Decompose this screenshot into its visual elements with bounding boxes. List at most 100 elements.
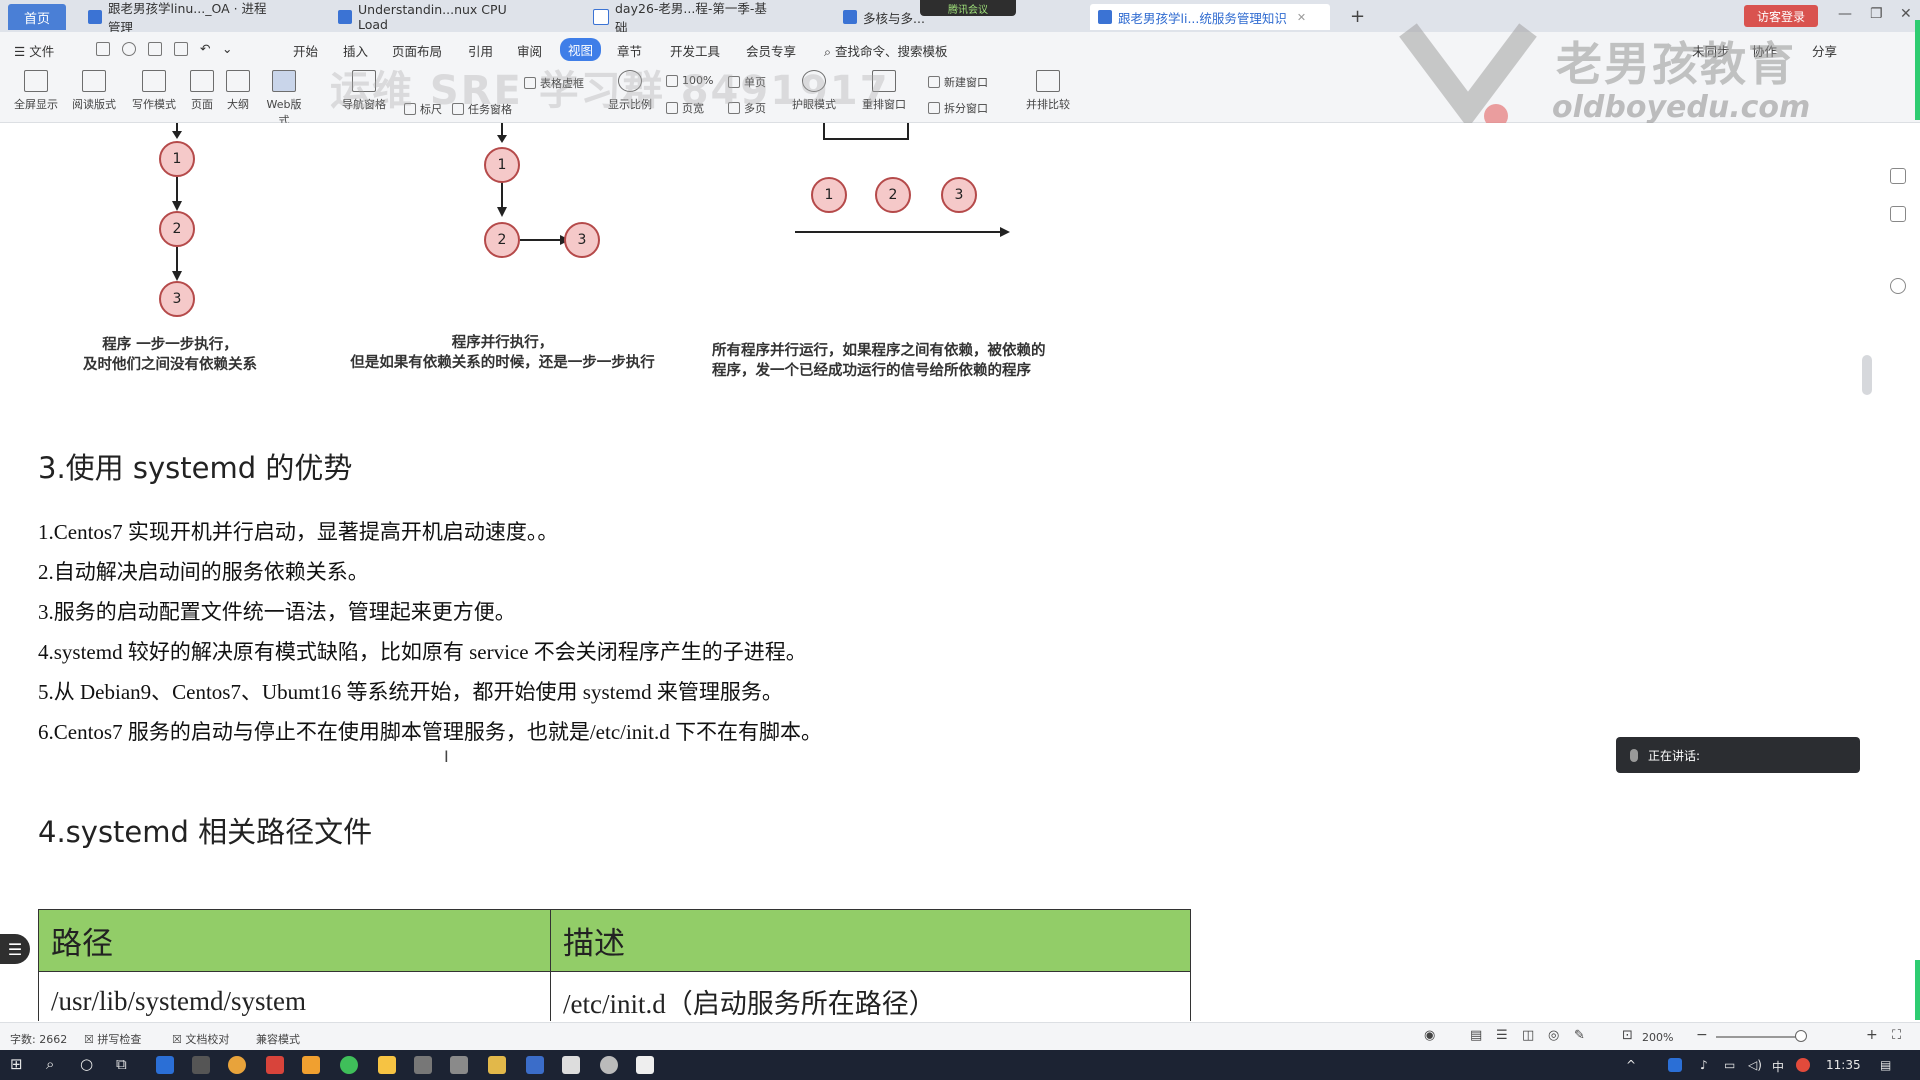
export-icon[interactable]	[122, 42, 136, 56]
outline-view-icon[interactable]: ☰	[1496, 1028, 1508, 1043]
close-icon[interactable]: ✕	[1297, 11, 1306, 24]
fullscreen-button[interactable]: 全屏显示	[14, 70, 58, 112]
ime-indicator[interactable]: 中	[1772, 1058, 1784, 1075]
vertical-scrollbar[interactable]	[1862, 355, 1872, 395]
book-icon	[82, 70, 106, 92]
tray-expand-icon[interactable]: ^	[1626, 1058, 1636, 1072]
app-icon[interactable]	[378, 1056, 396, 1074]
logo-v-mark	[1399, 23, 1537, 129]
file-menu[interactable]: ☰ 文件	[14, 41, 54, 60]
screen-share-border	[1915, 20, 1920, 120]
minimize-icon[interactable]: —	[1838, 6, 1852, 22]
login-button[interactable]: 访客登录	[1744, 5, 1818, 27]
doc-tab[interactable]: Understandin...nux CPU Load	[330, 2, 535, 32]
side-by-side-button[interactable]: 并排比较	[1026, 70, 1070, 112]
app-icon-chrome[interactable]	[228, 1056, 246, 1074]
list-item: 6.Centos7 服务的启动与停止不在使用脚本管理服务，也就是/etc/ini…	[38, 720, 822, 744]
reading-layout-button[interactable]: 阅读版式	[72, 70, 116, 112]
writer-doc-icon	[843, 10, 857, 24]
process-node: 3	[159, 281, 195, 317]
zoom-level[interactable]: 200%	[1642, 1031, 1673, 1044]
table-row: /usr/lib/systemd/system /etc/init.d（启动服务…	[38, 971, 1191, 1021]
doc-tab-active[interactable]: 跟老男孩学li...统服务管理知识 ✕	[1090, 4, 1330, 30]
app-icon[interactable]	[414, 1056, 432, 1074]
close-window-icon[interactable]: ✕	[1900, 6, 1912, 22]
cortana-icon[interactable]: ○	[80, 1055, 93, 1073]
new-window-button[interactable]: 新建窗口	[928, 74, 988, 90]
app-icon[interactable]	[192, 1056, 210, 1074]
add-tab-icon[interactable]: +	[1350, 6, 1365, 27]
app-icon-explorer[interactable]	[488, 1056, 506, 1074]
arrow-head	[172, 201, 182, 211]
windows-start-icon[interactable]: ⊞	[10, 1055, 23, 1073]
button-label: 全屏显示	[14, 98, 58, 111]
redo-icon[interactable]: ⌄	[222, 41, 232, 56]
save-icon[interactable]	[96, 42, 110, 56]
home-tab[interactable]: 首页	[8, 4, 66, 30]
outline-view-button[interactable]: 大纲	[216, 70, 260, 112]
select-icon[interactable]	[1890, 206, 1906, 222]
tray-icon[interactable]	[1668, 1058, 1682, 1072]
doc-tab[interactable]: day26-老男...程-第一季-基础	[585, 1, 785, 35]
web-view-icon[interactable]: ◎	[1548, 1028, 1559, 1043]
menu-home[interactable]: 开始	[293, 41, 318, 60]
split-window-button[interactable]: 拆分窗口	[928, 100, 988, 116]
fullscreen-icon	[24, 70, 48, 92]
zoom-in-icon[interactable]: +	[1866, 1027, 1878, 1043]
app-icon[interactable]	[526, 1056, 544, 1074]
fit-page-icon[interactable]: ⊡	[1622, 1028, 1633, 1043]
task-view-icon[interactable]: ⧉	[116, 1055, 127, 1073]
app-icon-wps[interactable]	[156, 1056, 174, 1074]
list-item: 5.从 Debian9、Centos7、Ubumt16 等系统开始，都开始使用 …	[38, 680, 783, 704]
word-count[interactable]: 字数: 2662	[10, 1031, 67, 1047]
app-icon[interactable]	[562, 1056, 580, 1074]
arrow-head	[1000, 227, 1010, 237]
app-icon[interactable]	[302, 1056, 320, 1074]
doc-check-toggle[interactable]: ☒ 文档校对	[172, 1031, 229, 1047]
edit-icon[interactable]	[1890, 168, 1906, 184]
eye-mode-icon[interactable]: ◉	[1424, 1028, 1435, 1043]
process-node: 2	[875, 177, 911, 213]
meeting-indicator[interactable]: 腾讯会议	[920, 0, 1016, 16]
preview-icon[interactable]	[174, 42, 188, 56]
app-icon[interactable]	[636, 1056, 654, 1074]
share-button[interactable]: 分享	[1812, 41, 1837, 60]
table-cell[interactable]: /usr/lib/systemd/system	[38, 971, 551, 1021]
clock[interactable]: 11:35	[1826, 1058, 1861, 1072]
page-view-icon[interactable]: ▤	[1470, 1028, 1482, 1043]
notification-icon[interactable]: ▤	[1880, 1058, 1891, 1072]
spell-check-toggle[interactable]: ☒ 拼写检查	[84, 1031, 141, 1047]
network-icon[interactable]: ▭	[1724, 1058, 1735, 1072]
caption-line: 但是如果有依赖关系的时候，还是一步一步执行	[350, 355, 655, 371]
microphone-tray-icon[interactable]: ♪	[1700, 1058, 1708, 1072]
paths-table: 路径 描述 /usr/lib/systemd/system /etc/init.…	[38, 909, 1191, 1021]
app-icon[interactable]	[450, 1056, 468, 1074]
write-mode-icon[interactable]: ✎	[1574, 1028, 1585, 1043]
process-node: 1	[484, 147, 520, 183]
outline-toggle-icon[interactable]: ☰	[0, 934, 30, 964]
table-cell[interactable]: /etc/init.d（启动服务所在路径）	[550, 971, 1191, 1021]
zoom-out-icon[interactable]: −	[1696, 1027, 1708, 1043]
print-icon[interactable]	[148, 42, 162, 56]
fullscreen-icon[interactable]: ⛶	[1892, 1028, 1901, 1043]
reading-view-icon[interactable]: ◫	[1522, 1028, 1534, 1043]
web-layout-button[interactable]: Web版式	[262, 70, 306, 128]
outline-icon	[226, 70, 250, 92]
app-icon[interactable]	[600, 1056, 618, 1074]
document-canvas[interactable]: 1 2 3 程序 一步一步执行， 及时他们之间没有依赖关系 1 2 3 程序并行…	[0, 123, 1866, 1021]
new-window-icon	[928, 76, 940, 88]
zoom-slider-track[interactable]	[1716, 1036, 1806, 1038]
help-icon[interactable]	[1890, 278, 1906, 294]
restore-icon[interactable]: ❐	[1870, 6, 1883, 22]
writing-mode-button[interactable]: 写作模式	[132, 70, 176, 112]
speaking-label: 正在讲话:	[1648, 748, 1701, 763]
doc-tab[interactable]: 跟老男孩学linu..._OA · 进程管理	[80, 1, 285, 35]
search-icon[interactable]: ⌕	[46, 1055, 54, 1073]
speaking-indicator: 正在讲话:	[1616, 737, 1860, 773]
volume-icon[interactable]: ◁)	[1748, 1058, 1762, 1072]
app-icon-wechat[interactable]	[340, 1056, 358, 1074]
zoom-slider-knob[interactable]	[1795, 1030, 1807, 1042]
tray-icon[interactable]	[1796, 1058, 1810, 1072]
undo-icon[interactable]: ↶	[200, 41, 210, 56]
app-icon[interactable]	[266, 1056, 284, 1074]
